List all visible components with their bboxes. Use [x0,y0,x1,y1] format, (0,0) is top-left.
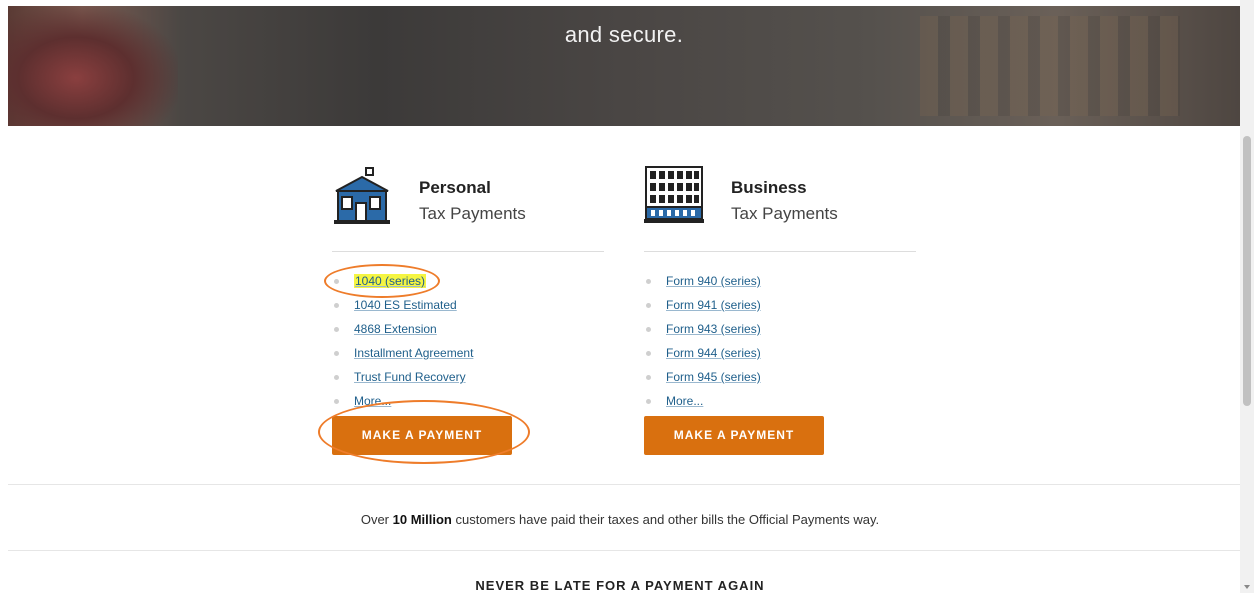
list-item: Form 943 (series) [644,317,916,341]
business-tax-column: Business Tax Payments Form 940 (series) … [644,165,916,413]
list-item: More... [332,389,604,413]
bullet-icon [334,375,339,380]
link-1040-series[interactable]: 1040 (series) [354,274,427,288]
link-form-945[interactable]: Form 945 (series) [666,370,761,384]
link-business-more[interactable]: More... [666,394,703,408]
personal-title: Personal [419,178,491,197]
link-trust-fund-recovery[interactable]: Trust Fund Recovery [354,370,466,384]
stats-prefix: Over [360,512,393,527]
scroll-down-arrow-icon[interactable] [1244,585,1250,589]
personal-make-payment-button[interactable]: MAKE A PAYMENT [332,416,512,455]
bullet-icon [334,327,339,332]
personal-tax-column: Personal Tax Payments 1040 (series) 1040… [332,165,604,413]
link-installment-agreement[interactable]: Installment Agreement [354,346,473,360]
house-icon [334,167,390,224]
customer-stats-text: Over 10 Million customers have paid thei… [0,512,1240,527]
hero-text: and secure. [564,22,684,47]
personal-subtitle: Tax Payments [419,204,526,223]
list-item: More... [644,389,916,413]
business-links-list: Form 940 (series) Form 941 (series) Form… [644,269,916,413]
business-header: Business Tax Payments [644,165,916,252]
bullet-icon [646,375,651,380]
link-personal-more[interactable]: More... [354,394,391,408]
business-subtitle: Tax Payments [731,204,838,223]
bullet-icon [334,303,339,308]
list-item: Form 941 (series) [644,293,916,317]
list-item: Form 940 (series) [644,269,916,293]
bullet-icon [646,303,651,308]
list-item: Trust Fund Recovery [332,365,604,389]
list-item: 1040 (series) [332,269,604,293]
personal-header: Personal Tax Payments [332,165,604,252]
list-item: 1040 ES Estimated [332,293,604,317]
list-item: Installment Agreement [332,341,604,365]
link-form-940[interactable]: Form 940 (series) [666,274,761,288]
link-form-943[interactable]: Form 943 (series) [666,322,761,336]
link-4868-extension[interactable]: 4868 Extension [354,322,437,336]
list-item: Form 945 (series) [644,365,916,389]
divider [8,484,1240,485]
link-1040-es-estimated[interactable]: 1040 ES Estimated [354,298,457,312]
scrollbar-thumb[interactable] [1243,136,1251,406]
hero-banner: and secure. [8,6,1240,126]
office-building-icon [644,166,704,223]
bullet-icon [334,399,339,404]
bullet-icon [334,279,339,284]
business-make-payment-button[interactable]: MAKE A PAYMENT [644,416,824,455]
bullet-icon [646,399,651,404]
section-heading: NEVER BE LATE FOR A PAYMENT AGAIN [475,578,765,593]
link-form-941[interactable]: Form 941 (series) [666,298,761,312]
business-title: Business [731,178,807,197]
personal-links-list: 1040 (series) 1040 ES Estimated 4868 Ext… [332,269,604,413]
bullet-icon [646,327,651,332]
bullet-icon [646,279,651,284]
stats-highlight: 10 Million [392,512,452,527]
bullet-icon [646,351,651,356]
list-item: Form 944 (series) [644,341,916,365]
scrollbar[interactable] [1240,0,1254,593]
divider [8,550,1240,551]
link-form-944[interactable]: Form 944 (series) [666,346,761,360]
list-item: 4868 Extension [332,317,604,341]
stats-suffix: customers have paid their taxes and othe… [451,512,880,527]
bullet-icon [334,351,339,356]
